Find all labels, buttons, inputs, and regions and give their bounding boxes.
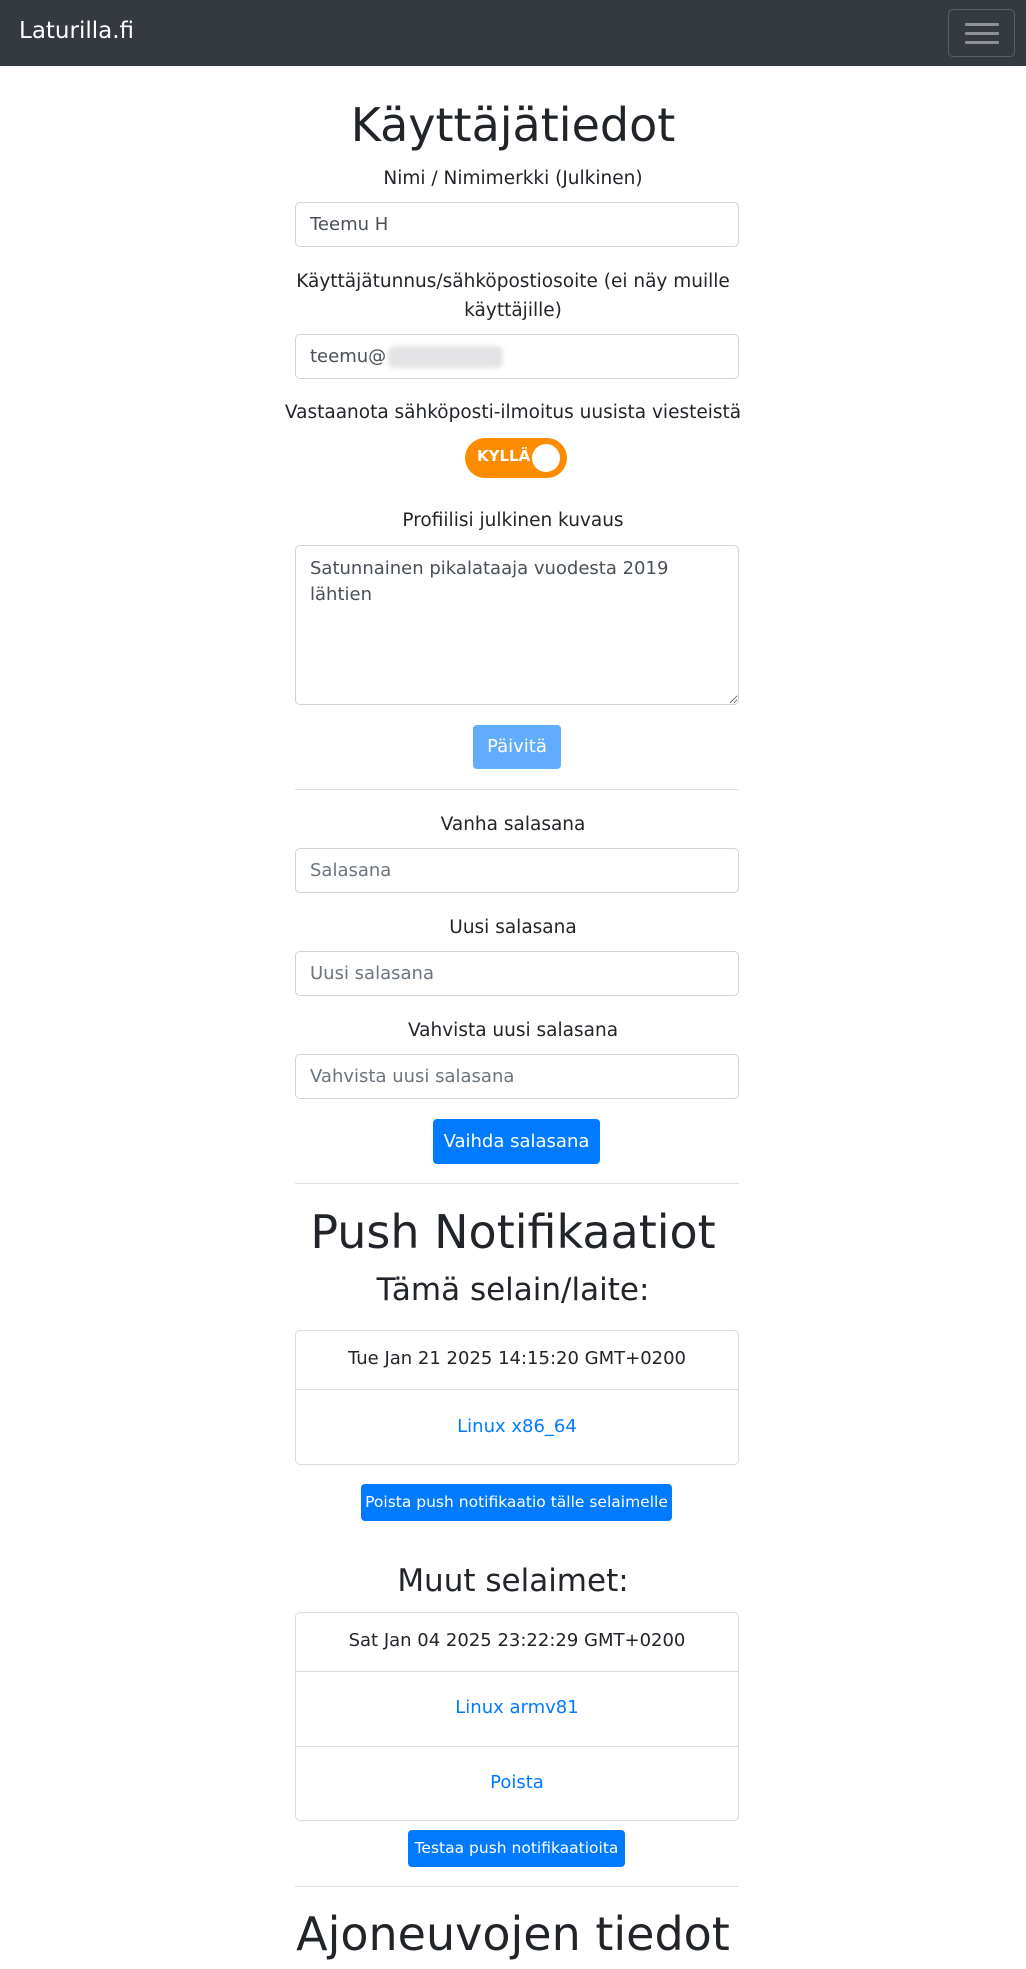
platform-link[interactable]: Linux x86_64 [296,1416,738,1437]
email-label-line1: Käyttäjätunnus/sähköpostiosoite (ei näy … [296,271,730,292]
email-value: teemu@ [310,346,387,367]
divider [295,1886,739,1887]
new-password-input[interactable]: Uusi salasana [295,951,739,996]
this-browser-card: Tue Jan 21 2025 14:15:20 GMT+0200 Linux … [295,1330,739,1465]
profile-label: Profiilisi julkinen kuvaus [402,510,624,531]
brand-link[interactable]: Laturilla.fi [19,18,134,44]
name-input[interactable]: Teemu H [295,202,739,247]
divider [295,1183,739,1184]
update-button[interactable]: Päivitä [473,725,561,769]
toggle-text: KYLLÄ [477,447,531,465]
platform-link[interactable]: Linux armv81 [296,1697,738,1718]
card-divider [296,1671,738,1672]
subscription-date: Tue Jan 21 2025 14:15:20 GMT+0200 [347,1348,687,1369]
navbar: Laturilla.fi [0,0,1026,66]
vehicles-title: Ajoneuvojen tiedot [296,1907,730,1961]
new-password-label: Uusi salasana [449,917,577,938]
this-browser-title: Tämä selain/laite: [376,1272,650,1308]
toggle-knob [532,444,560,472]
card-divider [296,1389,738,1390]
email-input[interactable]: teemu@ [295,334,739,379]
other-browser-card: Sat Jan 04 2025 23:22:29 GMT+0200 Linux … [295,1612,739,1821]
email-label-line2: käyttäjille) [464,300,562,321]
test-push-button[interactable]: Testaa push notifikaatioita [408,1830,625,1867]
redacted-blur [388,346,504,368]
profile-description-textarea[interactable]: Satunnainen pikalataaja vuodesta 2019 lä… [295,545,739,705]
other-browsers-title: Muut selaimet: [397,1563,629,1599]
name-label: Nimi / Nimimerkki (Julkinen) [383,168,643,189]
change-password-button[interactable]: Vaihda salasana [433,1119,600,1164]
card-divider [296,1746,738,1747]
remove-subscription-link[interactable]: Poista [296,1772,738,1793]
subscription-date: Sat Jan 04 2025 23:22:29 GMT+0200 [348,1630,686,1651]
old-password-label: Vanha salasana [440,814,586,835]
old-password-input[interactable]: Salasana [295,848,739,893]
remove-this-browser-push-button[interactable]: Poista push notifikaatio tälle selaimell… [361,1484,672,1521]
email-notify-toggle[interactable]: KYLLÄ [465,438,567,478]
hamburger-menu-icon[interactable] [948,9,1015,57]
divider [295,789,739,790]
confirm-password-input[interactable]: Vahvista uusi salasana [295,1054,739,1099]
confirm-password-label: Vahvista uusi salasana [407,1020,619,1041]
user-info-title: Käyttäjätiedot [350,98,676,152]
notify-label: Vastaanota sähköposti-ilmoitus uusista v… [284,402,742,423]
push-title: Push Notifikaatiot [310,1205,716,1259]
